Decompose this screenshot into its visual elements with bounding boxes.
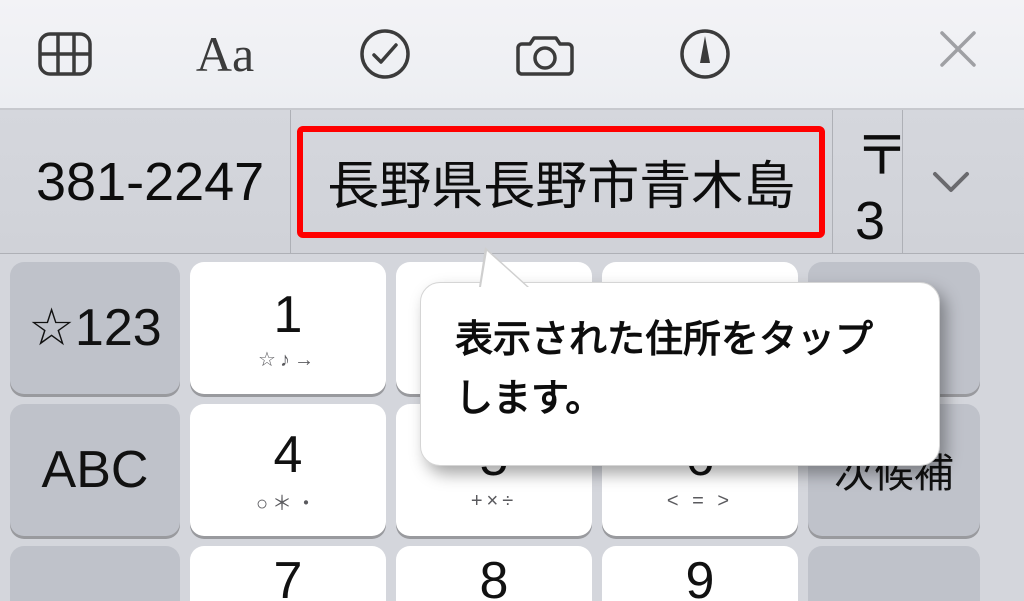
key-label: 9 — [686, 551, 715, 601]
key-4[interactable]: 4 ○＊・ — [190, 404, 386, 536]
suggestion-bar: 381-2247 長野県長野市青木島 〒3 — [0, 110, 1024, 254]
table-icon[interactable] — [30, 19, 100, 89]
key-label: 4 — [274, 425, 303, 485]
key-label: 1 — [274, 285, 303, 345]
suggestion-item[interactable]: 〒3 — [832, 110, 902, 253]
key-label: ABC — [42, 440, 149, 500]
key-sublabel: < = > — [667, 490, 733, 513]
key-8[interactable]: 8 — [396, 546, 592, 601]
key-sublabel: +×÷ — [471, 490, 517, 513]
key-bottom-right[interactable] — [808, 546, 980, 601]
suggestion-text: 長野県長野市青木島 — [327, 144, 795, 219]
keyboard-toolbar: Aa — [0, 0, 1024, 110]
suggestion-item-highlighted[interactable]: 長野県長野市青木島 — [297, 126, 825, 238]
suggestion-text: 〒3 — [855, 111, 909, 252]
suggestion-item[interactable]: 381-2247 — [6, 110, 291, 253]
draw-icon[interactable] — [670, 19, 740, 89]
instruction-callout: 表示された住所をタップします。 — [420, 282, 940, 466]
check-circle-icon[interactable] — [350, 19, 420, 89]
key-sublabel: ○＊・ — [256, 487, 320, 516]
key-9[interactable]: 9 — [602, 546, 798, 601]
key-7[interactable]: 7 — [190, 546, 386, 601]
close-icon[interactable] — [936, 24, 980, 84]
camera-icon[interactable] — [510, 19, 580, 89]
mode-symbols-button[interactable]: ☆123 — [10, 262, 180, 394]
suggestion-text: 381-2247 — [36, 151, 264, 213]
mode-abc-button[interactable]: ABC — [10, 404, 180, 536]
key-sublabel: ☆♪→ — [258, 347, 318, 372]
expand-suggestions-chevron[interactable] — [902, 110, 998, 253]
key-label: 7 — [274, 551, 303, 601]
key-label: ☆123 — [28, 298, 161, 358]
key-1[interactable]: 1 ☆♪→ — [190, 262, 386, 394]
key-bottom-left[interactable] — [10, 546, 180, 601]
key-label: 8 — [480, 551, 509, 601]
callout-text: 表示された住所をタップします。 — [455, 311, 905, 429]
text-format-icon[interactable]: Aa — [190, 19, 260, 89]
